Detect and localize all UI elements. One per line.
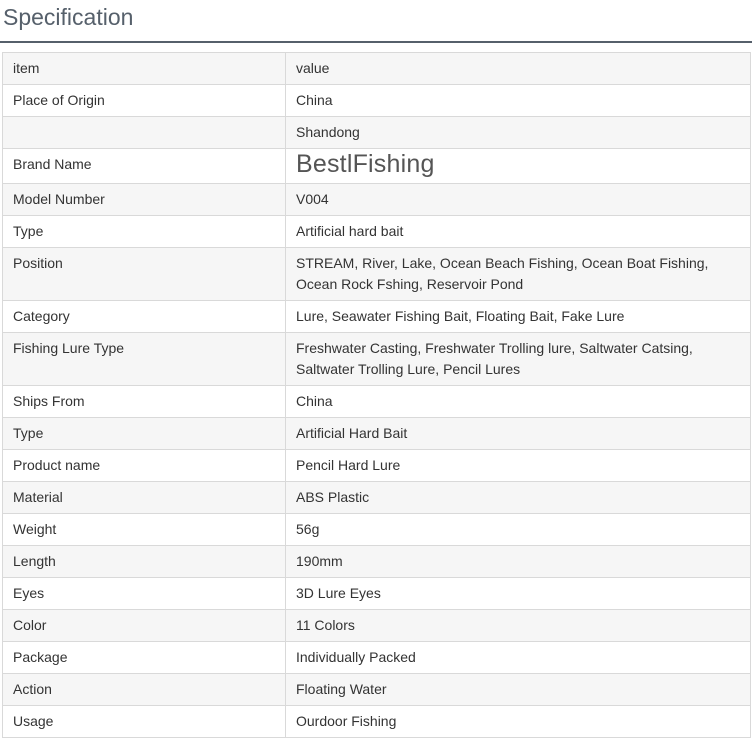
- item-cell: Eyes: [2, 577, 286, 610]
- table-header-row: item value: [2, 52, 751, 85]
- table-row: Material ABS Plastic: [2, 481, 751, 514]
- value-cell: STREAM, River, Lake, Ocean Beach Fishing…: [285, 247, 751, 301]
- table-row: Weight 56g: [2, 513, 751, 546]
- value-cell: Ourdoor Fishing: [285, 705, 751, 738]
- page-title: Specification: [3, 4, 134, 30]
- header-item-cell: item: [2, 52, 286, 85]
- specification-header: Specification: [0, 0, 752, 43]
- specification-table: item value Place of Origin China Shandon…: [2, 52, 751, 738]
- value-cell: BestlFishing: [285, 148, 751, 184]
- table-row: Position STREAM, River, Lake, Ocean Beac…: [2, 247, 751, 301]
- value-cell: China: [285, 84, 751, 117]
- item-cell: Fishing Lure Type: [2, 332, 286, 386]
- value-cell: 190mm: [285, 545, 751, 578]
- item-cell: Model Number: [2, 183, 286, 216]
- table-row: Product name Pencil Hard Lure: [2, 449, 751, 482]
- item-cell: Ships From: [2, 385, 286, 418]
- item-cell: Place of Origin: [2, 84, 286, 117]
- table-row: Category Lure, Seawater Fishing Bait, Fl…: [2, 300, 751, 333]
- table-row: Fishing Lure Type Freshwater Casting, Fr…: [2, 332, 751, 386]
- value-cell: Freshwater Casting, Freshwater Trolling …: [285, 332, 751, 386]
- table-row: Ships From China: [2, 385, 751, 418]
- item-cell: Product name: [2, 449, 286, 482]
- item-cell: Package: [2, 641, 286, 674]
- table-row: Length 190mm: [2, 545, 751, 578]
- table-row: Eyes 3D Lure Eyes: [2, 577, 751, 610]
- item-cell: Material: [2, 481, 286, 514]
- table-row: Brand Name BestlFishing: [2, 148, 751, 184]
- table-row: Type Artificial hard bait: [2, 215, 751, 248]
- brand-name-value: BestlFishing: [296, 150, 435, 178]
- value-cell: Pencil Hard Lure: [285, 449, 751, 482]
- value-cell: 11 Colors: [285, 609, 751, 642]
- value-cell: V004: [285, 183, 751, 216]
- table-row: Model Number V004: [2, 183, 751, 216]
- table-row: Action Floating Water: [2, 673, 751, 706]
- item-cell: Length: [2, 545, 286, 578]
- table-row: Package Individually Packed: [2, 641, 751, 674]
- value-cell: Individually Packed: [285, 641, 751, 674]
- table-row: Place of Origin China: [2, 84, 751, 117]
- value-cell: China: [285, 385, 751, 418]
- item-cell: [2, 116, 286, 149]
- item-cell: Brand Name: [2, 148, 286, 184]
- value-cell: Shandong: [285, 116, 751, 149]
- item-cell: Color: [2, 609, 286, 642]
- table-row: Type Artificial Hard Bait: [2, 417, 751, 450]
- item-cell: Type: [2, 215, 286, 248]
- value-cell: Artificial Hard Bait: [285, 417, 751, 450]
- item-cell: Action: [2, 673, 286, 706]
- value-cell: 56g: [285, 513, 751, 546]
- item-cell: Usage: [2, 705, 286, 738]
- item-cell: Position: [2, 247, 286, 301]
- value-cell: Lure, Seawater Fishing Bait, Floating Ba…: [285, 300, 751, 333]
- item-cell: Type: [2, 417, 286, 450]
- value-cell: Artificial hard bait: [285, 215, 751, 248]
- table-row: Usage Ourdoor Fishing: [2, 705, 751, 738]
- item-cell: Category: [2, 300, 286, 333]
- value-cell: ABS Plastic: [285, 481, 751, 514]
- table-row: Shandong: [2, 116, 751, 149]
- value-cell: Floating Water: [285, 673, 751, 706]
- value-cell: 3D Lure Eyes: [285, 577, 751, 610]
- item-cell: Weight: [2, 513, 286, 546]
- table-row: Color 11 Colors: [2, 609, 751, 642]
- header-value-cell: value: [285, 52, 751, 85]
